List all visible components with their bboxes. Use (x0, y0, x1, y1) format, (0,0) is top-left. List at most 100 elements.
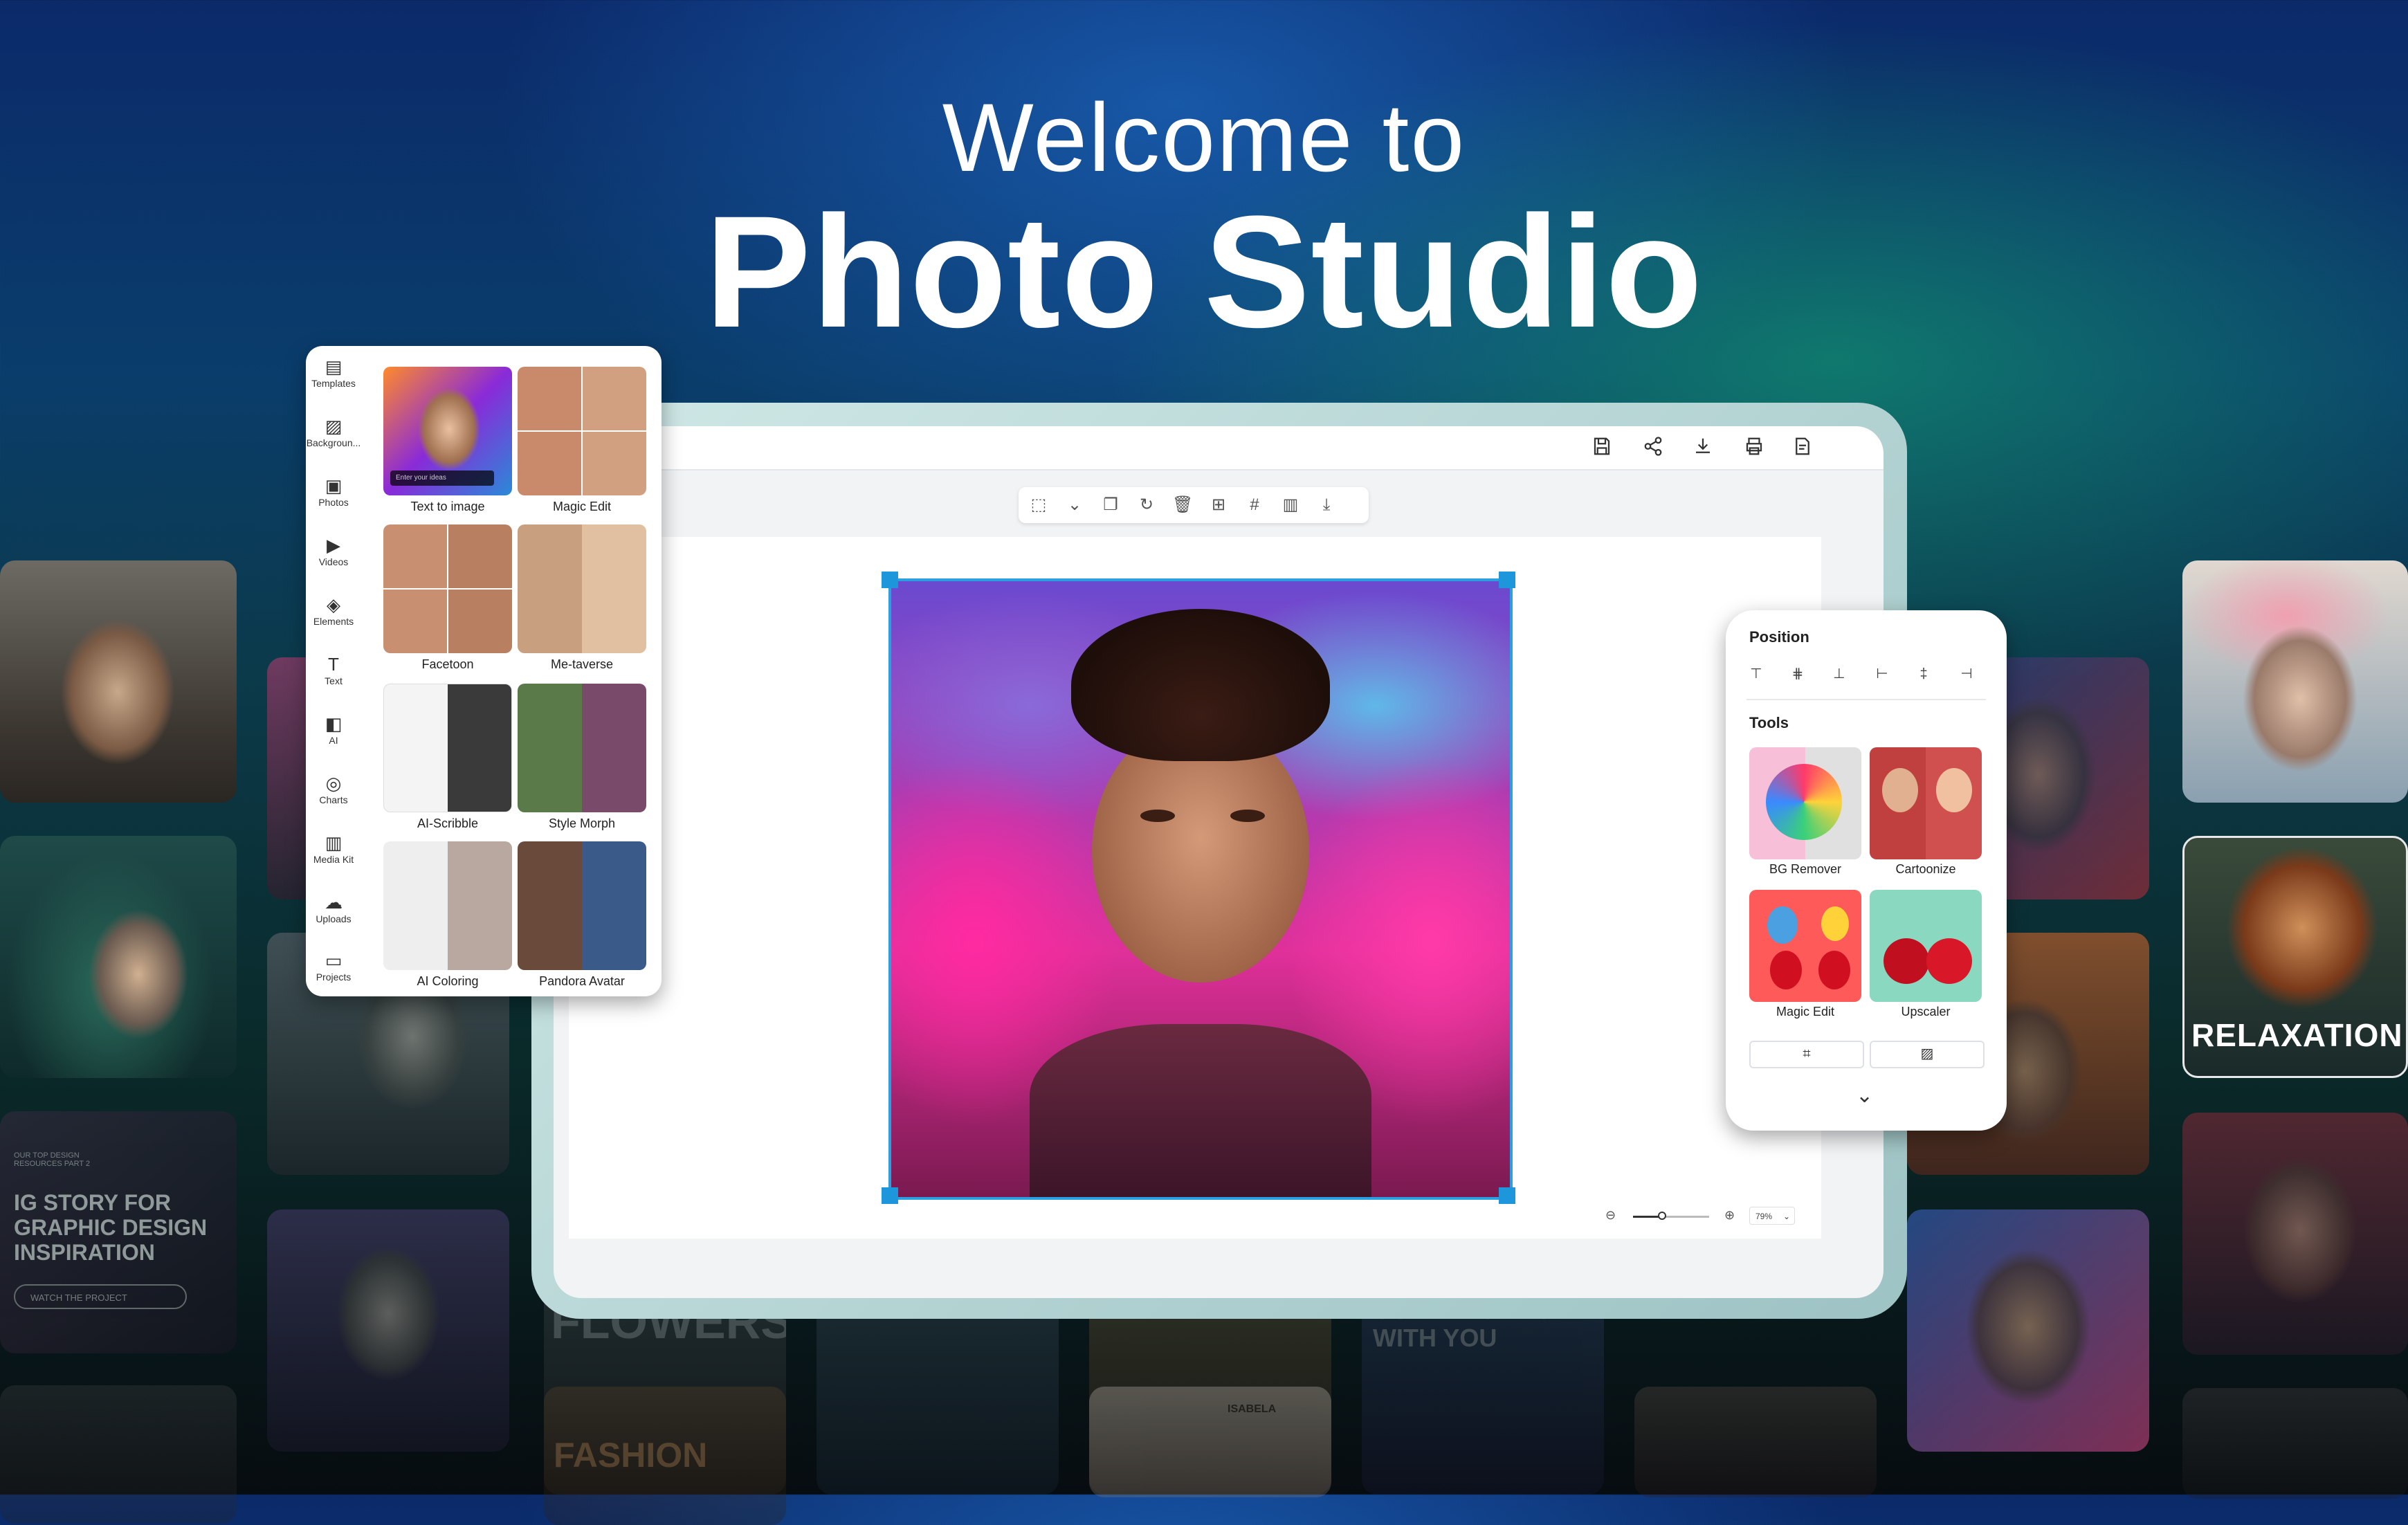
ai-icon: ◧ (325, 713, 343, 734)
sidebar-item-videos[interactable]: ▶ Videos (306, 534, 361, 567)
crop-button[interactable]: ⌗ (1749, 1041, 1864, 1068)
layer-down-icon[interactable]: ⌄ (1064, 495, 1085, 515)
sidebar-label: Videos (318, 556, 349, 567)
selected-portrait-image[interactable] (888, 578, 1513, 1200)
sidebar-item-photos[interactable]: ▣ Photos (306, 475, 361, 508)
sidebar-label: Photos (318, 497, 349, 508)
chart-icon: ◎ (325, 773, 342, 794)
bg-card-portrait-man (0, 560, 237, 803)
balloon-graphic (1821, 906, 1849, 941)
tile-label: Facetoon (421, 657, 474, 671)
grid-icon[interactable]: # (1244, 495, 1265, 515)
tile-ai-scribble[interactable] (383, 684, 512, 812)
zoom-slider[interactable] (1633, 1212, 1709, 1220)
download-icon[interactable] (1691, 436, 1715, 459)
tile-facetoon[interactable] (383, 524, 512, 653)
bg-card-colorful-face (1907, 1209, 2149, 1452)
tile-magic-edit[interactable] (518, 367, 646, 495)
save-icon[interactable] (1590, 436, 1614, 459)
zoom-in-icon[interactable]: ⊕ (1724, 1208, 1735, 1223)
align-bottom-icon[interactable]: ⊥ (1830, 664, 1849, 684)
balloon-graphic (1818, 951, 1850, 989)
download-icon[interactable]: ⤓ (1316, 495, 1337, 515)
resize-handle-bottom-left[interactable] (882, 1187, 898, 1204)
cartoon-face (1936, 768, 1972, 812)
share-icon[interactable] (1641, 436, 1665, 459)
tile-text-to-image[interactable]: Enter your ideas (383, 367, 512, 495)
tile-me-taverse[interactable] (518, 524, 646, 653)
sidebar-item-projects[interactable]: ▭ Projects (306, 949, 361, 983)
align-middle-icon[interactable]: ⋕ (1788, 664, 1807, 684)
tool-upscaler[interactable] (1870, 890, 1982, 1002)
cherry-graphic (1883, 938, 1929, 984)
text-icon: T (328, 654, 339, 675)
align-top-icon[interactable]: ⊤ (1746, 664, 1766, 684)
bg-card-isabela: ISABELA (1089, 1387, 1331, 1497)
resize-handle-top-right[interactable] (1499, 572, 1515, 588)
sidebar-label: Backgroun... (306, 437, 361, 448)
object-toolbar: ⬚ ⌄ ❐ ↻ 🗑 ⊞ # ▥ ⤓ (1019, 487, 1369, 523)
isabela-text: ISABELA (1228, 1403, 1277, 1415)
align-center-icon[interactable]: ‡ (1914, 664, 1933, 684)
folder-icon: ▭ (325, 950, 343, 971)
sidebar-item-ai[interactable]: ◧ AI (306, 713, 361, 746)
align-left-icon[interactable]: ⊢ (1872, 664, 1892, 684)
sidebar-item-text[interactable]: T Text (306, 653, 361, 686)
app-title: Photo Studio (704, 183, 1704, 360)
zoom-out-icon[interactable]: ⊖ (1605, 1208, 1616, 1223)
sidebar-item-templates[interactable]: ▤ Templates (306, 356, 361, 389)
portrait-hair (1071, 609, 1330, 761)
tile-label: Text to image (410, 500, 485, 513)
export-icon[interactable] (1791, 436, 1814, 459)
bg-card-bottom-right (2182, 1388, 2408, 1499)
chevron-down-icon: ⌄ (1782, 1212, 1790, 1221)
welcome-text: Welcome to (942, 83, 1466, 192)
fashion-text: FASHION (554, 1436, 708, 1474)
sidebar-label: Media Kit (313, 854, 354, 865)
bg-card-bottom-5 (1634, 1387, 1877, 1497)
panel-divider (1746, 699, 1986, 700)
photo-icon: ▣ (325, 475, 343, 496)
delete-icon[interactable]: 🗑 (1172, 495, 1193, 515)
bg-card-flower-man (2182, 560, 2408, 803)
lollipop-graphic (1766, 764, 1842, 840)
portrait-shirt (1030, 1024, 1371, 1197)
resize-handle-bottom-right[interactable] (1499, 1187, 1515, 1204)
tool-label: BG Remover (1769, 862, 1842, 876)
sidebar-item-backgrounds[interactable]: ▨ Backgroun... (306, 415, 361, 448)
zoom-value: 79% (1755, 1212, 1773, 1221)
filter-button[interactable]: ▨ (1870, 1041, 1985, 1068)
left-tools-panel: ▤ Templates ▨ Backgroun... ▣ Photos ▶ Videos… (306, 346, 662, 996)
tile-pandora-avatar[interactable] (518, 841, 646, 970)
layer-up-icon[interactable]: ⬚ (1028, 495, 1049, 515)
print-icon[interactable] (1742, 436, 1766, 459)
tile-ai-coloring[interactable] (383, 841, 512, 970)
position-title: Position (1749, 628, 1809, 646)
sidebar-item-media-kit[interactable]: ▥ Media Kit (306, 832, 361, 865)
text-to-image-input[interactable]: Enter your ideas (390, 471, 494, 486)
zoom-slider-thumb[interactable] (1658, 1212, 1666, 1220)
sidebar-item-elements[interactable]: ◈ Elements (306, 594, 361, 627)
tool-magic-edit[interactable] (1749, 890, 1861, 1002)
chart-icon[interactable]: ▥ (1280, 495, 1301, 515)
sidebar-item-charts[interactable]: ◎ Charts (306, 772, 361, 805)
tile-label: AI Coloring (417, 974, 479, 988)
crop-icon: ⌗ (1803, 1046, 1811, 1061)
sidebar-label: Elements (313, 616, 354, 627)
tool-label: Magic Edit (1776, 1005, 1835, 1019)
zoom-select[interactable]: 79% ⌄ (1749, 1207, 1795, 1225)
portrait-eye-left (1140, 810, 1175, 822)
rotate-icon[interactable]: ↻ (1136, 495, 1157, 515)
duplicate-icon[interactable]: ❐ (1100, 495, 1121, 515)
tool-bg-remover[interactable] (1749, 747, 1861, 859)
tool-cartoonize[interactable] (1870, 747, 1982, 859)
chevron-down-icon[interactable]: ⌄ (1856, 1084, 1873, 1108)
relaxation-text: RELAXATION (2191, 1017, 2403, 1053)
tile-style-morph[interactable] (518, 684, 646, 812)
add-icon[interactable]: ⊞ (1208, 495, 1229, 515)
align-right-icon[interactable]: ⊣ (1957, 664, 1976, 684)
tile-label: Me-taverse (550, 657, 614, 671)
resize-handle-top-left[interactable] (882, 572, 898, 588)
sidebar-item-uploads[interactable]: ☁ Uploads (306, 891, 361, 924)
zoom-controls: ⊖ ⊕ 79% ⌄ (1605, 1204, 1799, 1229)
